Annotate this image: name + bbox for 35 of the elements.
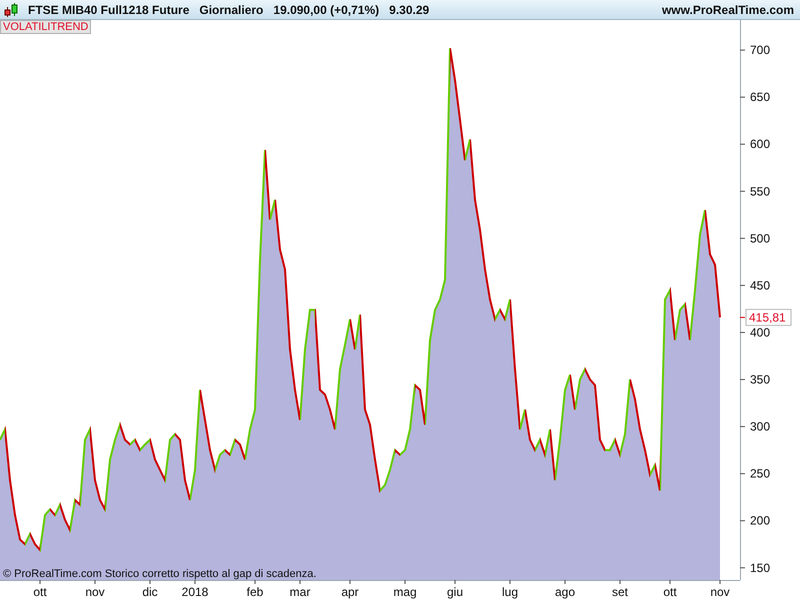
- copyright-note: © ProRealTime.com Storico corretto rispetto al gap di scadenza.: [3, 568, 316, 580]
- x-tick-label: nov: [710, 585, 730, 599]
- y-tick-label: 550: [750, 184, 770, 198]
- x-tick-label: set: [612, 585, 628, 599]
- y-tick-label: 150: [750, 560, 770, 575]
- y-tick-label: 650: [750, 90, 770, 104]
- indicator-tag[interactable]: VOLATILITREND: [0, 20, 92, 34]
- y-tick-label: 450: [750, 278, 770, 292]
- x-tick-label: ago: [554, 585, 576, 599]
- period-label: Giornaliero: [199, 2, 264, 16]
- x-tick-label: lug: [502, 585, 518, 599]
- y-tick-label: 700: [750, 43, 770, 58]
- y-tick-label: 600: [750, 137, 770, 152]
- x-tick-label: mag: [393, 585, 417, 599]
- time-label: 9.30.29: [389, 2, 430, 16]
- x-tick-label: nov: [85, 585, 105, 599]
- y-tick-label: 350: [750, 372, 770, 387]
- x-tick-label: feb: [246, 585, 264, 599]
- x-tick-label: 2018: [182, 585, 208, 599]
- x-tick-label: ott: [33, 585, 47, 599]
- x-tick-label: dic: [142, 585, 158, 599]
- x-tick-label: mar: [290, 585, 310, 599]
- site-link[interactable]: www.ProRealTime.com: [662, 2, 794, 16]
- x-tick-label: giu: [447, 585, 463, 599]
- x-tick-label: apr: [341, 585, 359, 599]
- x-tick-label: ott: [663, 585, 677, 599]
- y-tick-label: 400: [750, 325, 770, 340]
- y-tick-label: 200: [750, 514, 770, 528]
- y-tick-label: 250: [750, 466, 770, 481]
- y-tick-label: 300: [750, 420, 770, 434]
- y-tick-label: 500: [750, 231, 770, 246]
- price-label: 19.090,00 (+0,71%): [273, 2, 380, 16]
- instrument-name: FTSE MIB40 Full1218 Future: [28, 2, 190, 16]
- last-value-badge: 415,81: [746, 308, 792, 326]
- candlestick-icon: [4, 2, 18, 18]
